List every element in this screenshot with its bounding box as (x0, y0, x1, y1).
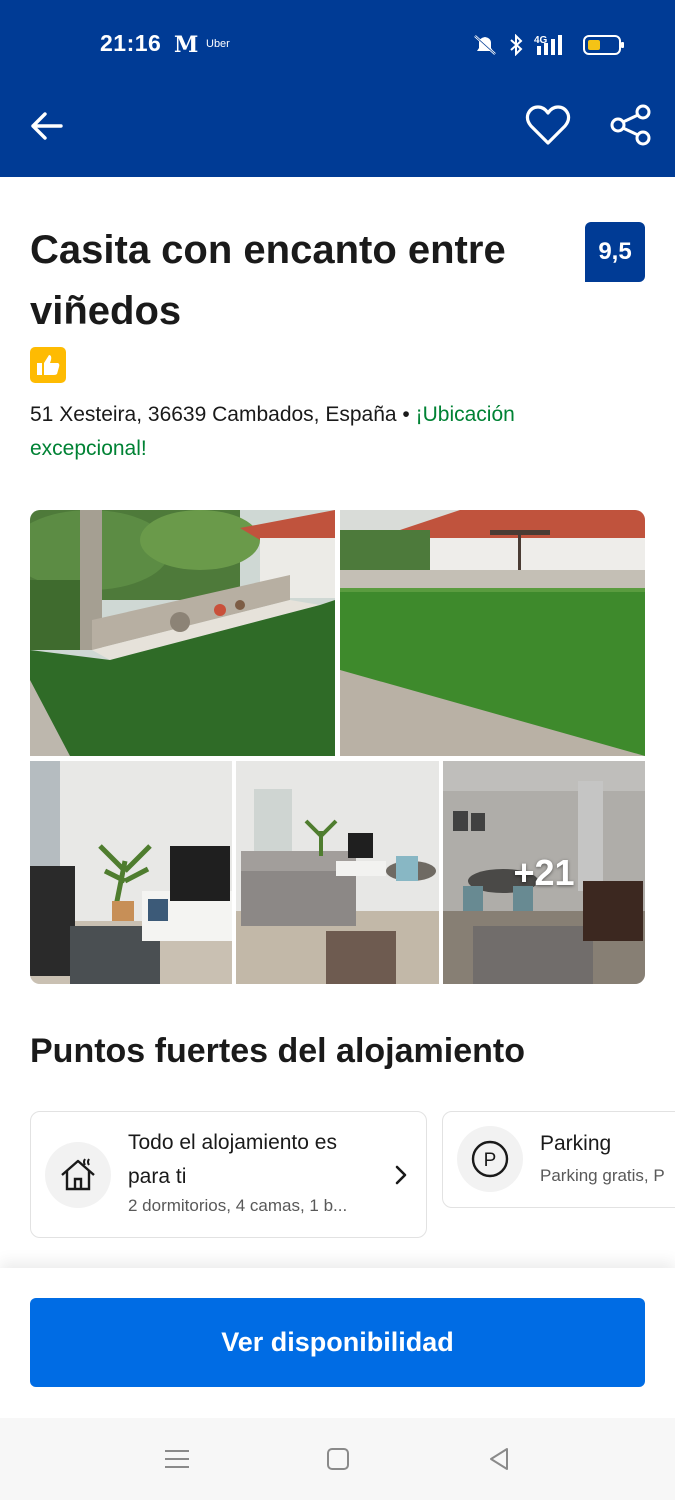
highlight-icon-wrapper (45, 1142, 111, 1208)
status-icons: 4G (471, 28, 625, 62)
gallery-photo-living-tv[interactable] (30, 761, 232, 984)
arrow-left-icon (31, 112, 63, 140)
back-button[interactable] (22, 102, 70, 150)
parking-icon: P (471, 1140, 509, 1178)
parking-icon-letter: P (484, 1150, 497, 1171)
notification-m-icon: M (174, 32, 199, 58)
notification-uber-icon: Uber (206, 38, 230, 50)
house-icon (61, 1158, 95, 1191)
gallery-photo-dining-more[interactable]: +21 (443, 761, 645, 984)
property-page: 21:16 M Uber 4G Casita con encanto entre… (0, 0, 675, 1500)
gallery-photo-living-sofa[interactable] (236, 761, 439, 984)
property-address: 51 Xesteira, 36639 Cambados, España • ¡U… (30, 398, 590, 466)
app-header: 21:16 M Uber 4G (0, 0, 675, 177)
mute-icon (474, 35, 496, 55)
gallery-more-count[interactable]: +21 (443, 761, 645, 984)
share-button[interactable] (604, 100, 658, 150)
gallery-photo-garden-wall[interactable] (30, 510, 335, 756)
highlight-subtitle-parking: Parking gratis, P (540, 1166, 665, 1185)
menu-button[interactable] (157, 1442, 197, 1476)
share-icon (610, 104, 651, 146)
heart-icon (525, 105, 571, 145)
highlight-card-entire-place[interactable]: Todo el alojamiento es para ti 2 dormito… (30, 1111, 427, 1238)
address-text: 51 Xesteira, 36639 Cambados, España (30, 403, 397, 426)
photo-gallery: +21 (30, 510, 645, 984)
highlights-title: Puntos fuertes del alojamiento (30, 1032, 525, 1070)
nav-bar (0, 90, 675, 177)
system-navigation-bar (0, 1418, 675, 1500)
thumbs-up-icon[interactable] (30, 347, 66, 383)
favorite-button[interactable] (520, 100, 576, 150)
check-availability-button[interactable]: Ver disponibilidad (30, 1298, 645, 1387)
status-time: 21:16 (100, 30, 162, 56)
highlight-icon-wrapper: P (457, 1126, 523, 1192)
battery-icon (583, 35, 624, 55)
chevron-right-icon (395, 1165, 407, 1185)
address-separator: • (396, 403, 416, 426)
highlight-title-parking: Parking (540, 1132, 612, 1155)
triangle-back-icon (490, 1448, 508, 1470)
highlight-subtitle-entire-place: 2 dormitorios, 4 camas, 1 b... (128, 1196, 348, 1215)
system-back-button[interactable] (479, 1442, 519, 1476)
home-square-icon (327, 1448, 349, 1470)
status-bar: 21:16 M Uber 4G (0, 0, 675, 90)
review-score-badge[interactable]: 9,5 (585, 222, 645, 282)
highlight-card-parking[interactable]: P Parking Parking gratis, P (442, 1111, 675, 1208)
home-button[interactable] (318, 1442, 358, 1476)
menu-icon (165, 1450, 189, 1468)
property-title: Casita con encanto entre viñedos (30, 228, 506, 333)
signal-4g-icon: 4G (534, 35, 562, 55)
gallery-photo-lawn-house[interactable] (340, 510, 645, 756)
highlight-title-entire-place: Todo el alojamiento es para ti (128, 1131, 337, 1188)
bluetooth-icon (510, 34, 523, 56)
